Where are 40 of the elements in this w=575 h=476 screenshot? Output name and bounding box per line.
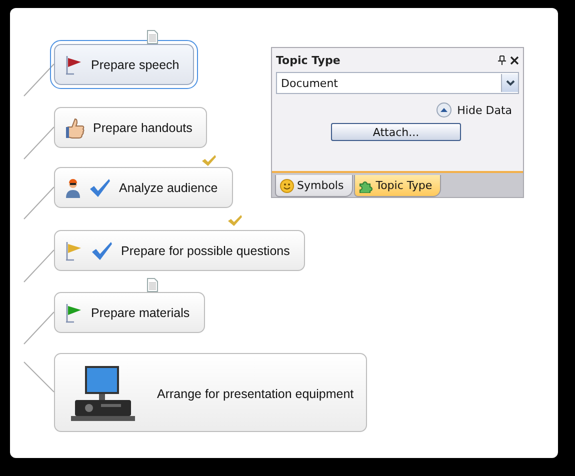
topic-node[interactable]: Prepare materials	[54, 292, 205, 333]
connector-line	[24, 312, 54, 344]
pin-icon[interactable]	[498, 55, 506, 65]
panel-tab[interactable]: Topic Type	[354, 175, 442, 197]
connector-line	[24, 186, 54, 220]
topic-node[interactable]: Analyze audience	[54, 167, 233, 208]
checkmark-icon	[226, 214, 243, 227]
topic-node[interactable]: Prepare handouts	[54, 107, 208, 148]
close-icon[interactable]	[510, 56, 519, 64]
topic-label: Prepare handouts	[93, 120, 192, 134]
document-icon	[147, 30, 158, 44]
topic-label: Prepare for possible questions	[121, 244, 290, 258]
panel-title: Topic Type	[276, 54, 342, 66]
computer-icon	[71, 366, 135, 422]
topic-label: Prepare materials	[91, 306, 190, 320]
flag-icon	[65, 240, 83, 260]
document-icon	[147, 278, 158, 292]
connector-line	[24, 126, 54, 160]
collapse-button-icon[interactable]	[436, 102, 452, 118]
smiley-icon	[280, 178, 294, 192]
thumbs-up-icon	[65, 116, 85, 138]
hide-data-link[interactable]: Hide Data	[457, 104, 512, 116]
topic-node[interactable]: Arrange for presentation equipment	[54, 353, 367, 432]
connector-line	[24, 64, 54, 96]
panel-tab[interactable]: Symbols	[275, 175, 353, 197]
attach-button[interactable]: Attach...	[331, 123, 461, 141]
person-icon	[65, 178, 81, 198]
topic-label: Prepare speech	[91, 58, 180, 72]
flag-icon	[65, 54, 83, 74]
topic-label: Analyze audience	[119, 180, 218, 194]
checkmark-icon	[91, 240, 113, 260]
topic-node[interactable]: Prepare for possible questions	[54, 230, 305, 271]
chevron-down-icon	[506, 80, 514, 86]
connector-line	[24, 250, 54, 282]
topic-type-dropdown[interactable]: Document	[276, 72, 519, 94]
checkmark-icon	[89, 178, 111, 198]
topic-label: Arrange for presentation equipment	[157, 386, 354, 400]
connector-line	[24, 362, 54, 392]
puzzle-piece-icon	[358, 178, 373, 192]
flag-icon	[65, 302, 83, 322]
